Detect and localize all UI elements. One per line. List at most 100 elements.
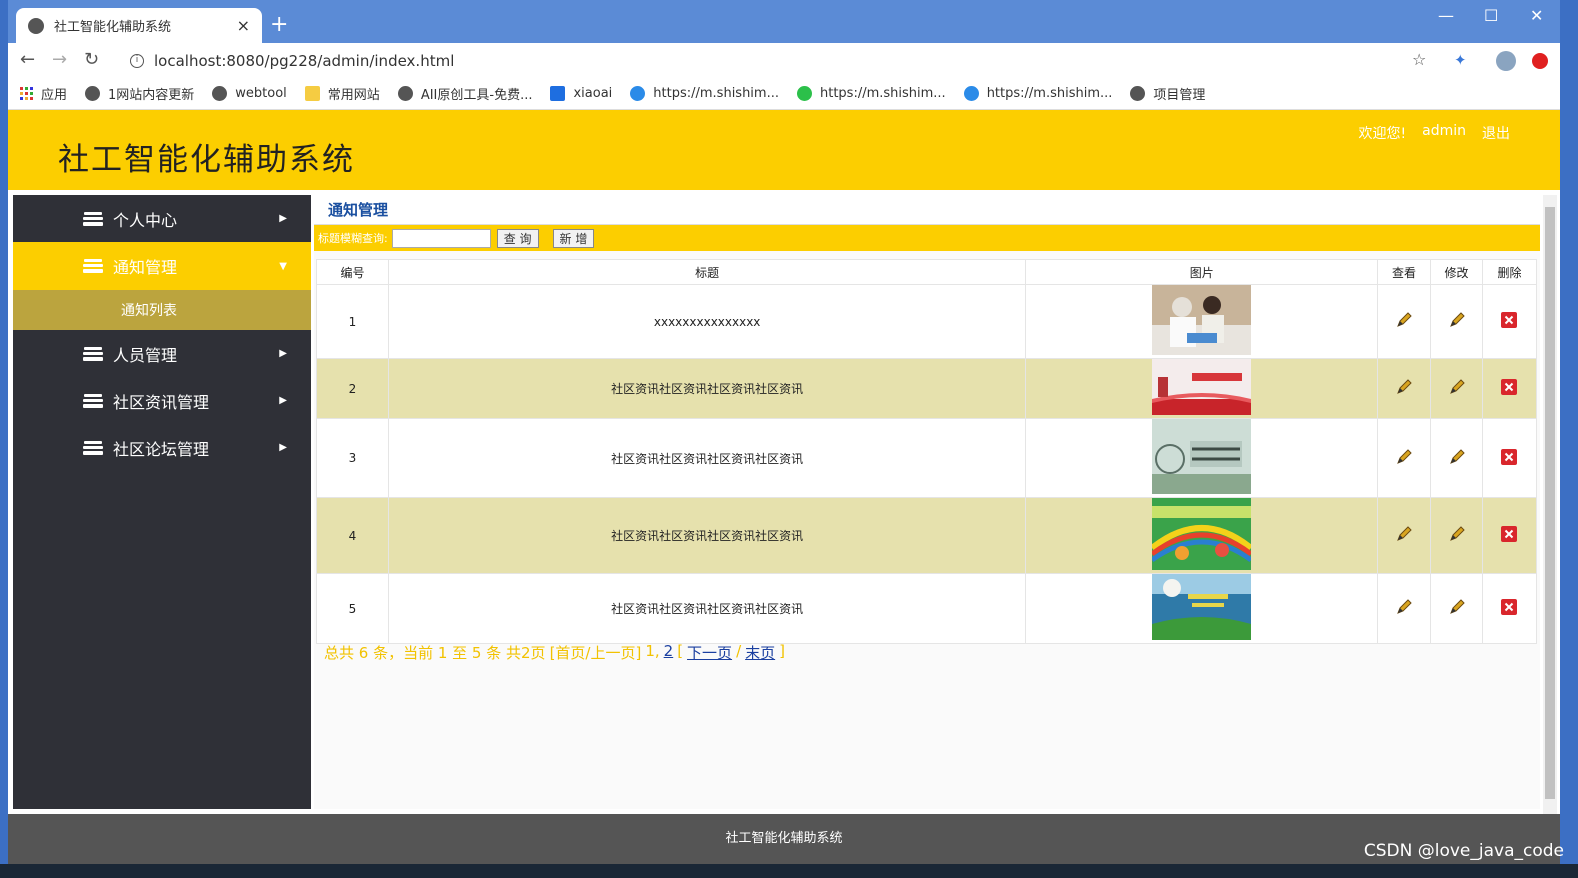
pencil-view-icon[interactable] [1395,311,1413,329]
new-tab-button[interactable]: + [270,14,288,36]
maximize-button[interactable]: ☐ [1484,6,1498,25]
address-bar[interactable]: i localhost:8080/pg228/admin/index.html [118,47,1458,75]
star-icon[interactable]: ☆ [1412,51,1426,69]
scrollbar[interactable] [1543,195,1557,815]
tab-close-icon[interactable]: × [237,16,250,35]
bookmark-item[interactable]: 项目管理 [1130,84,1205,103]
caret-right-icon: ▶ [279,348,287,359]
bookmark-item[interactable]: 1网站内容更新 [85,84,194,103]
bookmark-apps[interactable]: 应用 [20,84,67,103]
sidebar-item-label: 个人中心 [113,210,178,230]
col-header-image: 图片 [1025,259,1379,285]
browser-toolbar: ← → ↻ i localhost:8080/pg228/admin/index… [8,43,1560,78]
apps-grid-icon [20,87,33,100]
notice-image[interactable] [1152,574,1252,640]
pager-next-link[interactable]: 下一页 [687,642,732,663]
notice-image[interactable] [1152,419,1252,494]
cell-image [1025,358,1379,419]
pencil-edit-icon[interactable] [1448,378,1466,396]
table-row: 3 社区资讯社区资讯社区资讯社区资讯 [316,418,1538,498]
search-bar: 标题模糊查询: 查 询 新 增 [314,225,1540,251]
username-link[interactable]: admin [1422,123,1466,143]
delete-icon[interactable] [1500,311,1518,329]
col-header-id: 编号 [316,259,389,285]
sidebar-item-community-forum[interactable]: 社区论坛管理 ▶ [13,424,311,471]
table-row: 2 社区资讯社区资讯社区资讯社区资讯 [316,358,1538,419]
pencil-view-icon[interactable] [1395,378,1413,396]
cell-delete [1481,573,1538,644]
scrollbar-thumb[interactable] [1545,207,1555,799]
cell-image [1025,573,1379,644]
bookmark-item[interactable]: https://m.shishim... [630,86,779,101]
notice-image[interactable] [1150,498,1254,570]
table-row: 4 社区资讯社区资讯社区资讯社区资讯 [316,497,1538,574]
delete-icon[interactable] [1500,448,1518,466]
sidebar-item-notice-management[interactable]: 通知管理 ▼ [13,242,311,290]
cell-title: 社区资讯社区资讯社区资讯社区资讯 [387,573,1027,644]
pencil-view-icon[interactable] [1395,598,1413,616]
add-button[interactable]: 新 增 [552,228,595,248]
cell-delete [1481,418,1538,498]
sidebar-item-community-news[interactable]: 社区资讯管理 ▶ [13,377,311,424]
watermark: CSDN @love_java_code [1363,841,1564,861]
pencil-view-icon[interactable] [1395,448,1413,466]
pager-page-2-link[interactable]: 2 [664,642,674,663]
minimize-button[interactable]: — [1438,6,1454,25]
sidebar-item-personal-center[interactable]: 个人中心 ▶ [13,195,311,242]
extension-icon[interactable]: ✦ [1454,51,1467,69]
section-heading: 通知管理 [314,195,1540,225]
notice-image[interactable] [1152,285,1252,355]
col-header-delete: 删除 [1481,259,1538,285]
query-button[interactable]: 查 询 [496,228,539,248]
header-links: 欢迎您! admin 退出 [1359,123,1511,143]
stack-icon [83,440,103,455]
table-row: 5 社区资讯社区资讯社区资讯社区资讯 [316,573,1538,644]
bookmark-item[interactable]: xiaoai [550,86,612,101]
search-input[interactable] [391,228,491,248]
sidebar-item-staff-management[interactable]: 人员管理 ▶ [13,330,311,377]
globe-icon [1130,86,1146,101]
back-arrow-icon[interactable]: ← [20,51,35,69]
pencil-edit-icon[interactable] [1448,311,1466,329]
cell-edit [1430,573,1483,644]
p-logo-icon [550,86,566,101]
info-icon[interactable]: i [130,54,144,68]
bookmark-item[interactable]: webtool [212,86,287,101]
delete-icon[interactable] [1500,378,1518,396]
sidebar-subitem-notice-list[interactable]: 通知列表 [13,290,311,330]
search-label: 标题模糊查询: [318,232,388,245]
notice-image[interactable] [1152,359,1252,415]
bookmark-folder[interactable]: 常用网站 [304,84,380,103]
bookmark-item[interactable]: AII原创工具-免费... [397,84,532,103]
reload-icon[interactable]: ↻ [84,51,99,69]
page-title: 社工智能化辅助系统 [58,142,355,178]
cell-view [1377,284,1432,359]
update-icon[interactable] [1532,53,1548,69]
bookmark-item[interactable]: https://m.shishim... [796,86,946,101]
logout-link[interactable]: 退出 [1482,123,1510,143]
delete-icon[interactable] [1500,598,1518,616]
browser-tab[interactable]: 社工智能化辅助系统 × [16,8,262,43]
caret-down-icon: ▼ [279,260,287,272]
col-header-title: 标题 [387,259,1027,285]
close-window-button[interactable]: ✕ [1530,6,1543,25]
cell-title: 社区资讯社区资讯社区资讯社区资讯 [387,358,1027,419]
cell-id: 2 [316,358,389,419]
cell-view [1377,497,1432,574]
cell-view [1377,418,1432,498]
delete-icon[interactable] [1500,525,1518,543]
forward-arrow-icon[interactable]: → [52,51,67,69]
cell-id: 4 [316,497,389,574]
pencil-edit-icon[interactable] [1448,598,1466,616]
avatar[interactable] [1496,51,1516,71]
cell-id: 5 [316,573,389,644]
pencil-view-icon[interactable] [1395,525,1413,543]
pager-bracket-close: ] [779,642,785,660]
app-header: 社工智能化辅助系统 欢迎您! admin 退出 [8,110,1560,190]
sidebar-item-label: 社区资讯管理 [113,392,210,412]
cell-view [1377,573,1432,644]
pager-last-link[interactable]: 末页 [745,642,775,663]
pencil-edit-icon[interactable] [1448,448,1466,466]
bookmark-item[interactable]: https://m.shishim... [963,86,1112,101]
pencil-edit-icon[interactable] [1448,525,1466,543]
